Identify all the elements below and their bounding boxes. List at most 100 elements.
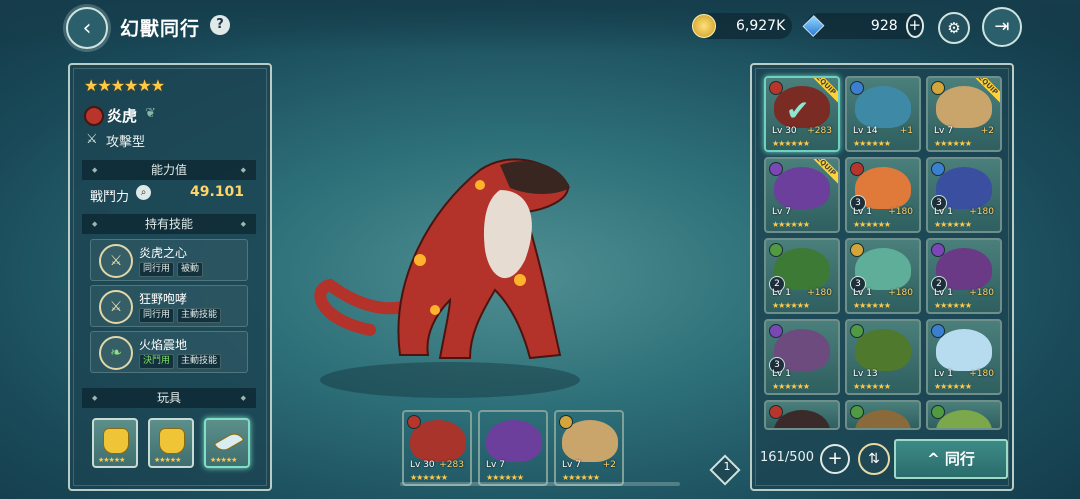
roster-card[interactable]: 2 Lv 1 +180 ★★★★★★: [926, 238, 1002, 314]
roster-stars-icon: ★★★★★★: [772, 139, 810, 148]
skill-name: 火焰震地: [139, 338, 188, 352]
roster-level: Lv 1: [934, 207, 953, 217]
element-icon: [769, 81, 783, 95]
settings-gear-icon[interactable]: ⚙: [938, 12, 970, 44]
leaf-icon: ❦: [145, 106, 156, 121]
team-scrollbar[interactable]: [400, 482, 680, 486]
roster-card[interactable]: Lv 14 +1 ★★★★★★: [845, 76, 921, 152]
add-gems-button[interactable]: +: [905, 14, 924, 38]
roster-plus: +2: [980, 126, 994, 136]
element-icon: [931, 405, 945, 419]
team-plus: +2: [602, 460, 616, 470]
roster-level: Lv 1: [772, 369, 791, 379]
fire-element-icon: [407, 415, 421, 429]
roster-card[interactable]: 2 Lv 1 +180 ★★★★★★: [764, 238, 840, 314]
roster-stars-icon: ★★★★★★: [934, 301, 972, 310]
roster-card[interactable]: 3 Lv 1 +180 ★★★★★★: [926, 157, 1002, 233]
roster-card[interactable]: 3 Lv 1 ★★★★★★: [764, 319, 840, 395]
element-icon: [931, 81, 945, 95]
ability-section-title: 能力值: [82, 160, 256, 180]
follow-button[interactable]: ^ 同行: [894, 439, 1008, 479]
roster-stars-icon: ★★★★★★: [934, 382, 972, 391]
roster-monster-art: [774, 167, 830, 209]
gem-value: 928: [870, 18, 898, 34]
roster-stars-icon: ★★★★★★: [934, 139, 972, 148]
skill-card[interactable]: ⚔ 狂野咆哮 同行用 主動技能: [90, 285, 248, 327]
team-stars: ★★★★★★: [486, 473, 524, 482]
toy-slot[interactable]: ★★★★★: [204, 418, 250, 468]
monster-flame: [414, 254, 426, 266]
roster-plus: +180: [969, 288, 994, 298]
power-value: 49.101: [190, 184, 245, 200]
toy-slot[interactable]: ★★★★★: [92, 418, 138, 468]
toy-stars: ★★★★★: [210, 456, 237, 464]
monster-tail: [314, 278, 416, 336]
roster-stars-icon: ★★★★★★: [772, 301, 810, 310]
element-icon: [850, 324, 864, 338]
roster-card[interactable]: EQUIP Lv 7 ★★★★★★: [764, 157, 840, 233]
monster-flame: [430, 305, 440, 315]
gold-coin-icon: [692, 14, 716, 38]
expand-roster-button[interactable]: +: [820, 444, 850, 474]
glove-icon: [159, 428, 185, 454]
skill-card[interactable]: ⚔ 炎虎之心 同行用 被動: [90, 239, 248, 281]
team-level: Lv 7: [562, 460, 581, 470]
skill-tag: 主動技能: [177, 308, 222, 323]
element-icon: [850, 81, 864, 95]
roster-stars-icon: ★★★★★★: [772, 220, 810, 229]
roster-card[interactable]: 3 Lv 1 +180 ★★★★★★: [845, 157, 921, 233]
back-arrow-icon: ‹: [82, 15, 92, 41]
roster-stars-icon: ★★★★★★: [853, 382, 891, 391]
help-button[interactable]: ?: [210, 15, 230, 35]
roster-level: Lv 1: [772, 288, 791, 298]
toy-stars: ★★★★★: [154, 456, 181, 464]
roster-card[interactable]: Lv 1 +180 ★★★★★★: [926, 319, 1002, 395]
sort-icon[interactable]: ⇅: [858, 443, 890, 475]
light-element-icon: [559, 415, 573, 429]
power-detail-search-icon[interactable]: ⌕: [136, 185, 151, 200]
element-icon: [850, 162, 864, 176]
exit-door-icon[interactable]: ⇥: [982, 7, 1022, 47]
roster-card[interactable]: Lv 13 ★★★★★★: [845, 319, 921, 395]
gold-counter: 6,927K: [692, 13, 792, 39]
roster-level: Lv 30: [772, 126, 797, 136]
team-stars: ★★★★★★: [410, 473, 448, 482]
roster-stars-icon: ★★★★★★: [853, 220, 891, 229]
roster-level: Lv 1: [853, 207, 872, 217]
roster-plus: +180: [888, 288, 913, 298]
gold-value: 6,927K: [736, 18, 786, 34]
skill-card[interactable]: ❧ 火焰震地 決鬥用 主動技能: [90, 331, 248, 373]
roster-plus: +1: [899, 126, 913, 136]
monster-stars: ★★★★★★: [84, 76, 165, 95]
team-slot[interactable]: Lv 7 +2 ★★★★★★: [554, 410, 624, 486]
toy-slot[interactable]: ★★★★★: [148, 418, 194, 468]
team-monster-art: [486, 420, 542, 462]
team-plus: +283: [439, 460, 464, 470]
roster-level: Lv 7: [934, 126, 953, 136]
monster-shadow: [320, 362, 580, 398]
roster-monster-art: [855, 86, 911, 128]
roster-monster-art: [936, 329, 992, 371]
roster-card[interactable]: [845, 400, 921, 430]
roster-card[interactable]: EQUIP ✔ Lv 30 +283 ★★★★★★: [764, 76, 840, 152]
crossed-swords-icon: ⚔: [86, 132, 98, 147]
monster-flame: [475, 180, 485, 190]
roster-card[interactable]: 3 Lv 1 +180 ★★★★★★: [845, 238, 921, 314]
roster-card[interactable]: EQUIP Lv 7 +2 ★★★★★★: [926, 76, 1002, 152]
team-slot[interactable]: Lv 7 ★★★★★★: [478, 410, 548, 486]
roster-card[interactable]: [764, 400, 840, 430]
monster-model[interactable]: [300, 130, 600, 410]
roster-level: Lv 14: [853, 126, 878, 136]
leaf-wing-icon: ❧: [99, 336, 133, 370]
roster-card[interactable]: [926, 400, 1002, 430]
element-icon: [931, 324, 945, 338]
skill-tag: 同行用: [139, 308, 175, 323]
skill-name: 狂野咆哮: [139, 292, 188, 306]
roster-plus: +283: [807, 126, 832, 136]
roster-level: Lv 13: [853, 369, 878, 379]
team-slot[interactable]: Lv 30 +283 ★★★★★★: [402, 410, 472, 486]
back-button[interactable]: ‹: [66, 7, 108, 49]
roster-level: Lv 7: [772, 207, 791, 217]
roster-plus: +180: [807, 288, 832, 298]
roster-plus: +180: [888, 207, 913, 217]
